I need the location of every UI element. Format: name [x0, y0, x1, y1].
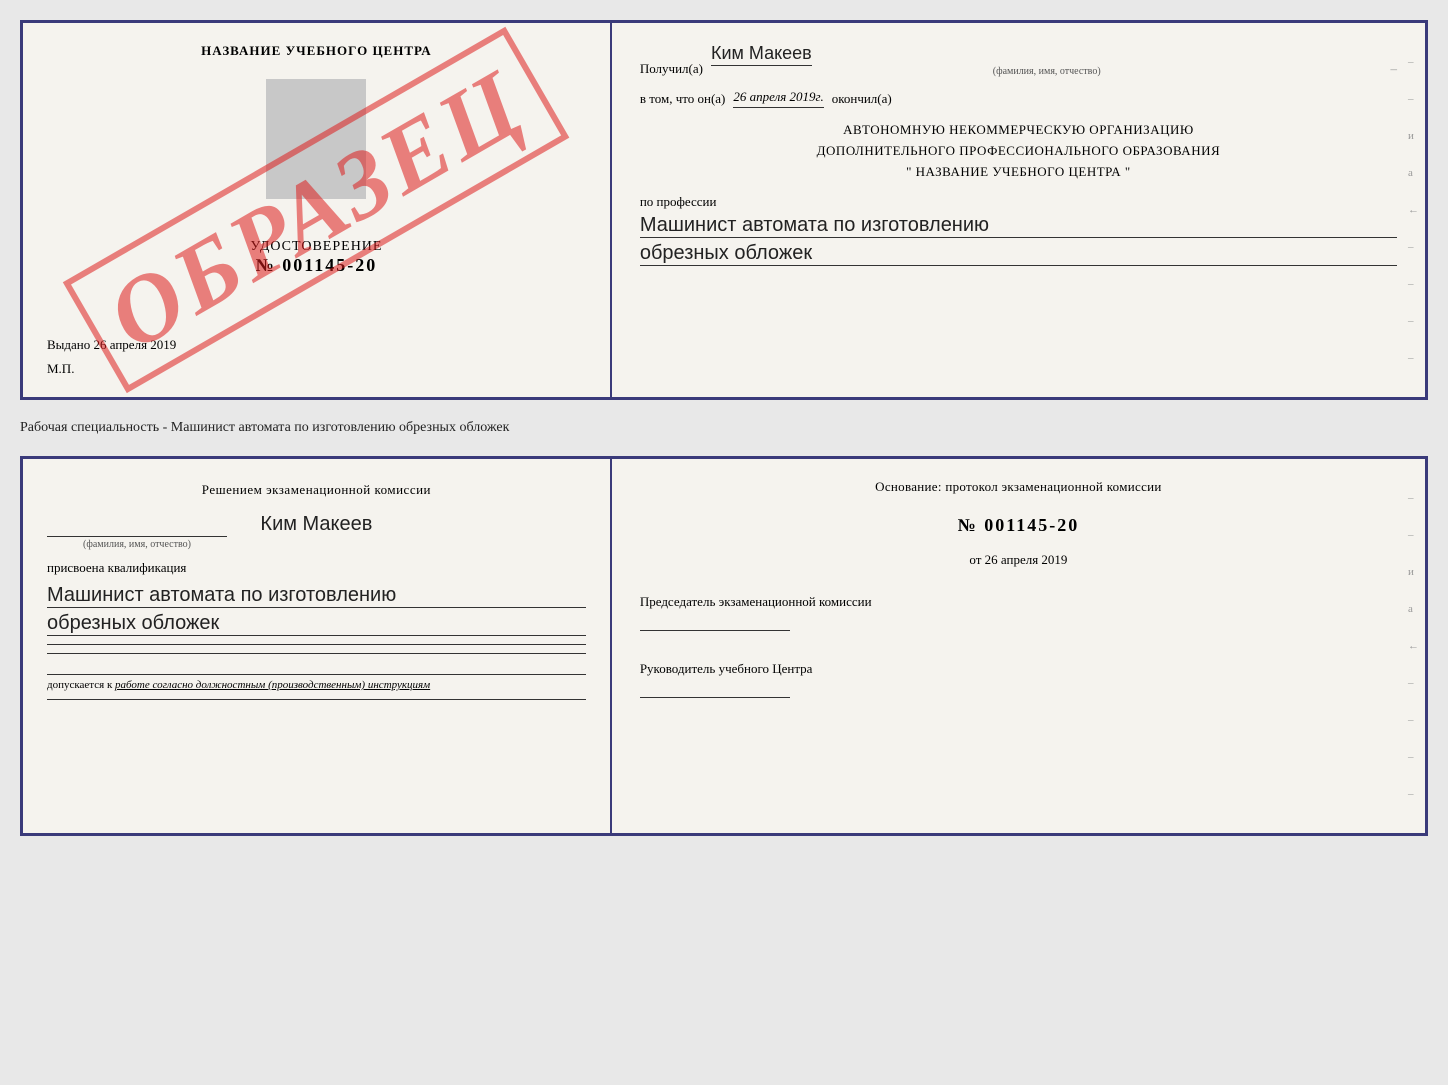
side-dash-2: – — [1408, 93, 1419, 105]
side-letter-i: и — [1408, 130, 1419, 142]
руководитель-block: Руководитель учебного Центра — [640, 661, 1397, 698]
photo-placeholder — [266, 79, 366, 199]
bottom-doc-right: Основание: протокол экзаменационной коми… — [612, 459, 1425, 833]
kvali-label: присвоена квалификация — [47, 560, 586, 576]
b-side-arrow: ← — [1408, 640, 1419, 652]
qualification-line1: Машинист автомата по изготовлению — [47, 584, 586, 608]
person-name: Ким Макеев — [47, 513, 586, 536]
допуск-block: допускается к работе согласно должностны… — [47, 674, 586, 691]
profession-block: по профессии Машинист автомата по изгото… — [640, 194, 1397, 266]
допуск-prefix: допускается к — [47, 679, 112, 691]
org-line2: ДОПОЛНИТЕЛЬНОГО ПРОФЕССИОНАЛЬНОГО ОБРАЗО… — [640, 141, 1397, 162]
page-wrapper: НАЗВАНИЕ УЧЕБНОГО ЦЕНТРА УДОСТОВЕРЕНИЕ №… — [20, 20, 1428, 836]
b-side-letter-a: а — [1408, 603, 1419, 615]
mp-label: М.П. — [47, 361, 586, 377]
side-decorative-lines: – – и а ← – – – – — [1408, 43, 1419, 377]
top-doc-left: НАЗВАНИЕ УЧЕБНОГО ЦЕНТРА УДОСТОВЕРЕНИЕ №… — [23, 23, 612, 397]
bottom-doc-left: Решением экзаменационной комиссии Ким Ма… — [23, 459, 612, 833]
osnov-label: Основание: протокол экзаменационной коми… — [640, 479, 1397, 495]
fio-label: (фамилия, имя, отчество) — [711, 66, 1383, 77]
date-value: 26 апреля 2019г. — [733, 89, 823, 108]
b-side-dash-1: – — [1408, 492, 1419, 504]
proto-date-prefix: от — [969, 552, 981, 567]
date-prefix: в том, что он(а) — [640, 91, 726, 107]
recipient-name: Ким Макеев — [711, 43, 812, 66]
profession-label: по профессии — [640, 194, 717, 209]
side-letter-a: а — [1408, 167, 1419, 179]
chairman-block: Председатель экзаменационной комиссии — [640, 594, 1397, 631]
b-side-dash-2: – — [1408, 529, 1419, 541]
bottom-fio-label: (фамилия, имя, отчество) — [47, 536, 227, 550]
recipient-line: Получил(а) Ким Макеев (фамилия, имя, отч… — [640, 43, 1397, 77]
b-side-letter-i: и — [1408, 566, 1419, 578]
руководитель-sign-line — [640, 697, 790, 698]
date-row: в том, что он(а) 26 апреля 2019г. окончи… — [640, 89, 1397, 108]
protocol-date: от 26 апреля 2019 — [640, 552, 1397, 568]
chairman-label: Председатель экзаменационной комиссии — [640, 594, 872, 609]
vydano-label: Выдано — [47, 337, 90, 352]
top-doc-right: Получил(а) Ким Макеев (фамилия, имя, отч… — [612, 23, 1425, 397]
specialty-label: Рабочая специальность - Машинист автомат… — [20, 416, 1428, 440]
qualification-line2: обрезных обложек — [47, 612, 586, 636]
dash-decor-1: – — [1390, 61, 1397, 77]
руководитель-label: Руководитель учебного Центра — [640, 661, 813, 676]
vydano-line: Выдано 26 апреля 2019 — [47, 327, 586, 353]
chairman-sign-line — [640, 630, 790, 631]
date-suffix: окончил(а) — [832, 91, 892, 107]
commission-label: Решением экзаменационной комиссии — [47, 479, 586, 501]
org-line3: " НАЗВАНИЕ УЧЕБНОГО ЦЕНТРА " — [640, 162, 1397, 183]
b-side-dash-4: – — [1408, 714, 1419, 726]
side-dash-5: – — [1408, 315, 1419, 327]
profession-line1: Машинист автомата по изготовлению — [640, 214, 1397, 238]
vydano-date: 26 апреля 2019 — [94, 337, 177, 352]
side-dash-6: – — [1408, 352, 1419, 364]
org-block: АВТОНОМНУЮ НЕКОММЕРЧЕСКУЮ ОРГАНИЗАЦИЮ ДО… — [640, 120, 1397, 182]
org-line1: АВТОНОМНУЮ НЕКОММЕРЧЕСКУЮ ОРГАНИЗАЦИЮ — [640, 120, 1397, 141]
side-arrow: ← — [1408, 204, 1419, 216]
top-document: НАЗВАНИЕ УЧЕБНОГО ЦЕНТРА УДОСТОВЕРЕНИЕ №… — [20, 20, 1428, 400]
bottom-line-2 — [47, 653, 586, 654]
b-side-dash-3: – — [1408, 677, 1419, 689]
bottom-side-lines: – – и а ← – – – – — [1408, 479, 1419, 813]
b-side-dash-5: – — [1408, 751, 1419, 763]
b-side-dash-6: – — [1408, 788, 1419, 800]
profession-line2: обрезных обложек — [640, 242, 1397, 266]
side-dash-3: – — [1408, 241, 1419, 253]
proto-date-value: 26 апреля 2019 — [985, 552, 1068, 567]
udostoverenie-label: УДОСТОВЕРЕНИЕ — [47, 239, 586, 255]
udostoverenie-number: № 001145-20 — [47, 255, 586, 276]
person-name-block: Ким Макеев (фамилия, имя, отчество) — [47, 509, 586, 550]
bottom-document: Решением экзаменационной комиссии Ким Ма… — [20, 456, 1428, 836]
udostoverenie-block: УДОСТОВЕРЕНИЕ № 001145-20 — [47, 239, 586, 276]
bottom-line-1 — [47, 644, 586, 645]
recipient-prefix: Получил(а) — [640, 61, 703, 77]
side-dash-1: – — [1408, 56, 1419, 68]
side-dash-4: – — [1408, 278, 1419, 290]
protocol-number: № 001145-20 — [640, 515, 1397, 536]
top-school-name: НАЗВАНИЕ УЧЕБНОГО ЦЕНТРА — [47, 43, 586, 59]
допуск-italic: работе согласно должностным (производств… — [115, 679, 430, 691]
bottom-line-3 — [47, 699, 586, 700]
